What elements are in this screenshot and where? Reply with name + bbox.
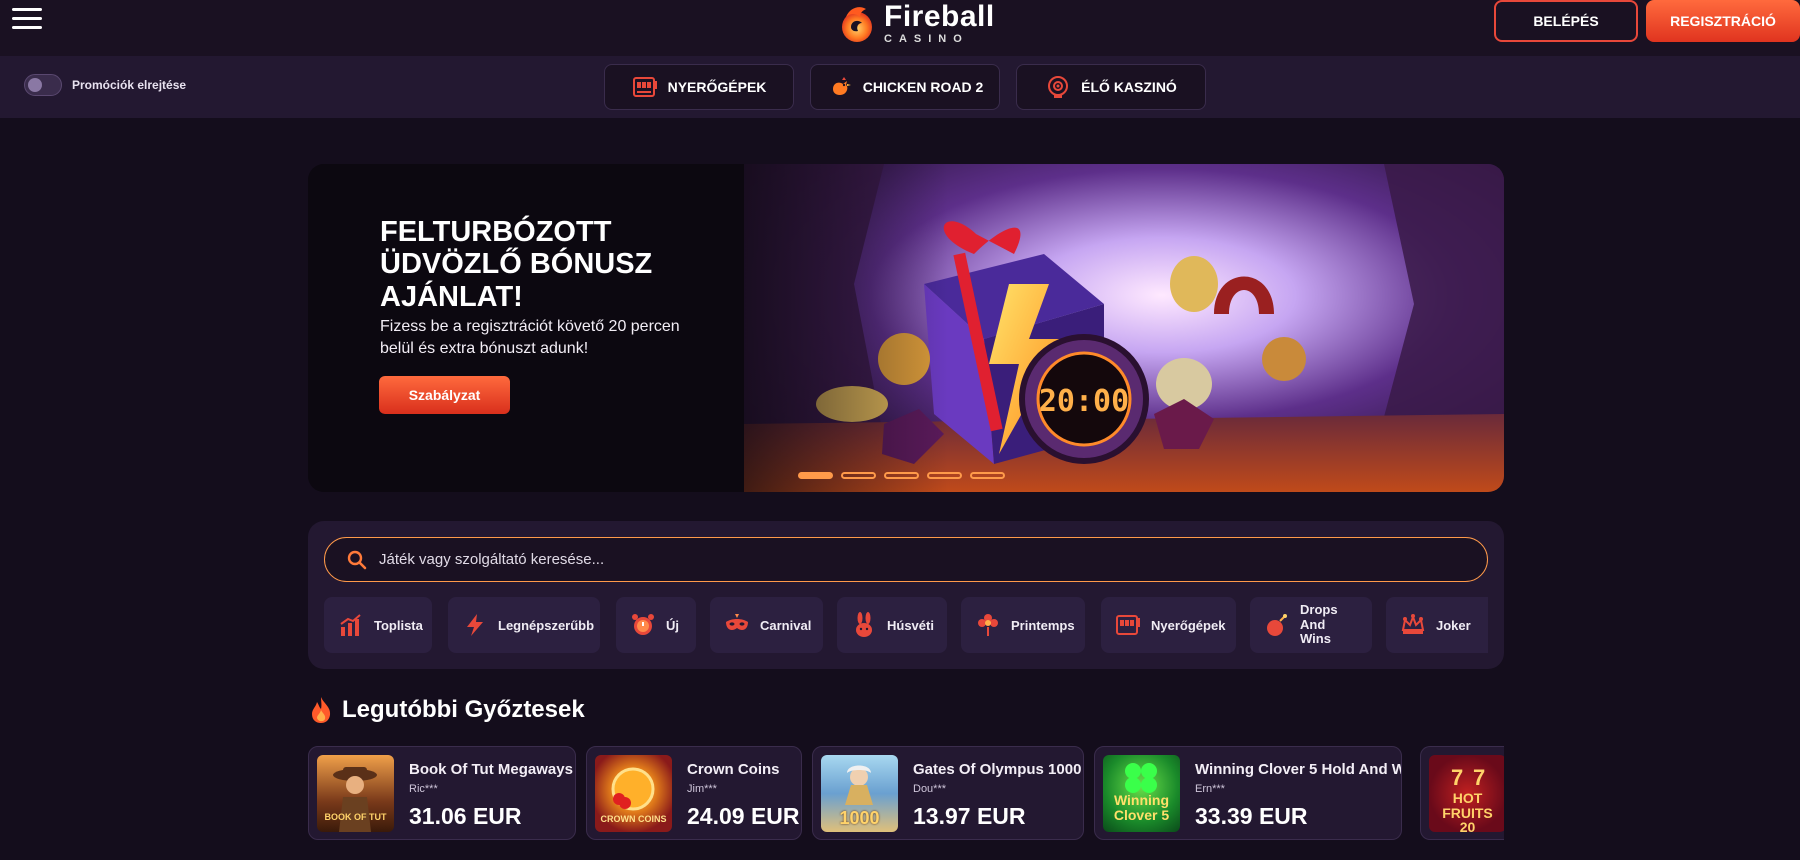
category-new[interactable]: Új [616,597,696,653]
bar-chart-icon [340,614,361,636]
category-label: Printemps [1011,617,1075,633]
winner-game-name: Winning Clover 5 Hold And W... [1195,761,1402,778]
logo-subtitle: CASINO [884,33,969,45]
game-thumbnail: CROWN COINS [595,755,672,832]
tab-label: ÉLŐ KASZINÓ [1081,79,1177,95]
tab-chicken-road-2[interactable]: CHICKEN ROAD 2 [810,64,1000,110]
recent-winners-title: Legutóbbi Győztesek [342,696,585,723]
game-thumbnail: Winning Clover 5 [1103,755,1180,832]
thumb-text: BOOK OF TUT [324,812,387,822]
winner-username: Jim*** [687,783,717,795]
winner-card-partial[interactable]: 7 7 HOT FRUITS 20 [1420,746,1504,840]
category-chips: Toplista Legnépszerűbb Új Carnival Húsvé… [324,597,1488,657]
hamburger-icon[interactable] [12,8,42,32]
winner-card[interactable]: CROWN COINS Crown Coins Jim*** 24.09 EUR [586,746,802,840]
category-label: Drops And Wins [1300,601,1338,647]
promo-banner[interactable]: 20:00 FELTURBÓZOTT ÜDVÖZLŐ BÓNUSZ AJÁNLA… [308,164,1504,492]
slot-machine-icon [632,77,657,97]
flame-icon [312,697,331,723]
winner-username: Dou*** [913,783,947,795]
winner-game-name: Gates Of Olympus 1000 [913,761,1082,778]
category-label: Új [666,617,679,633]
category-label: Legnépszerűbb [498,617,595,633]
tab-label: CHICKEN ROAD 2 [862,79,984,95]
category-label: Joker [1436,617,1471,633]
fireball-icon [842,6,872,42]
game-thumbnail: 1000 [821,755,898,832]
winner-amount: 31.06 EUR [409,803,522,829]
thumb-text: 1000 [839,808,880,828]
thumb-text: HOT FRUITS 20 [1442,790,1493,832]
rules-button[interactable]: Szabályzat [379,376,510,414]
search-icon [347,550,367,569]
top-header: Fireball CASINO BELÉPÉS REGISZTRÁCIÓ [0,0,1800,56]
toggle-switch[interactable] [24,74,62,96]
winner-game-name: Crown Coins [687,761,780,778]
carousel-dot[interactable] [798,472,833,479]
category-navbar: Promóciók elrejtése NYERŐGÉPEK CHICKEN R… [0,56,1800,118]
search-bar[interactable] [324,537,1488,582]
roulette-icon [1048,76,1069,98]
carousel-dot[interactable] [841,472,876,479]
alarm-clock-icon [632,614,654,635]
joker-crown-icon [1401,614,1425,634]
winner-card[interactable]: 1000 Gates Of Olympus 1000 Dou*** 13.97 … [812,746,1084,840]
recent-winners-header: Legutóbbi Győztesek [310,696,585,724]
timer-readout: 20:00 [1039,384,1129,419]
winner-amount: 24.09 EUR [687,803,800,829]
category-drops-and-wins[interactable]: Drops And Wins [1250,597,1372,653]
winner-card[interactable]: BOOK OF TUT Book Of Tut Megaways Ric*** … [308,746,576,840]
winner-card[interactable]: Winning Clover 5 Winning Clover 5 Hold A… [1094,746,1402,840]
banner-subtitle: Fizess be a regisztrációt követő 20 perc… [380,318,680,358]
category-slots[interactable]: Nyerőgépek [1101,597,1236,653]
winner-amount: 13.97 EUR [913,803,1026,829]
thumb-text: Winning Clover 5 [1113,792,1170,823]
logo-name: Fireball [884,0,995,33]
winner-username: Ric*** [409,783,438,795]
carousel-dot[interactable] [927,472,962,479]
game-thumbnail: 7 7 HOT FRUITS 20 [1429,755,1504,832]
banner-title: FELTURBÓZOTT ÜDVÖZLŐ BÓNUSZ AJÁNLAT! [380,216,653,313]
category-joker[interactable]: Joker [1386,597,1488,653]
login-button[interactable]: BELÉPÉS [1494,0,1638,42]
category-label: Nyerőgépek [1151,617,1226,633]
lightning-icon [467,614,483,636]
svg-text:7: 7 [1473,765,1485,790]
category-carnival[interactable]: Carnival [710,597,823,653]
svg-text:7: 7 [1451,765,1463,790]
carousel-dot[interactable] [970,472,1005,479]
category-toplist[interactable]: Toplista [324,597,432,653]
category-label: Toplista [374,617,423,633]
tab-label: NYERŐGÉPEK [667,79,767,95]
tab-slot-machines[interactable]: NYERŐGÉPEK [604,64,794,110]
register-button[interactable]: REGISZTRÁCIÓ [1646,0,1800,42]
category-easter[interactable]: Húsvéti [837,597,947,653]
winner-game-name: Book Of Tut Megaways [409,761,573,778]
winner-amount: 33.39 EUR [1195,803,1308,829]
game-search-panel: Toplista Legnépszerűbb Új Carnival [308,521,1504,669]
category-most-popular[interactable]: Legnépszerűbb [448,597,600,653]
toggle-label: Promóciók elrejtése [72,78,187,92]
chicken-icon [832,77,851,95]
site-logo[interactable]: Fireball CASINO [836,2,995,45]
flower-icon [978,614,998,636]
bomb-icon [1267,614,1287,636]
thumb-text: CROWN COINS [600,814,667,824]
carousel-indicator [798,472,1005,479]
carnival-mask-icon [726,614,748,630]
category-label: Húsvéti [887,617,934,633]
category-printemps[interactable]: Printemps [961,597,1085,653]
slot-machine-icon [1116,615,1140,635]
hide-promotions-toggle[interactable]: Promóciók elrejtése [24,74,186,96]
carousel-dot[interactable] [884,472,919,479]
search-input[interactable] [379,551,1459,568]
game-thumbnail: BOOK OF TUT [317,755,394,832]
category-label: Carnival [760,617,812,633]
tab-live-casino[interactable]: ÉLŐ KASZINÓ [1016,64,1206,110]
easter-bunny-icon [856,612,872,637]
winner-username: Ern*** [1195,783,1225,795]
